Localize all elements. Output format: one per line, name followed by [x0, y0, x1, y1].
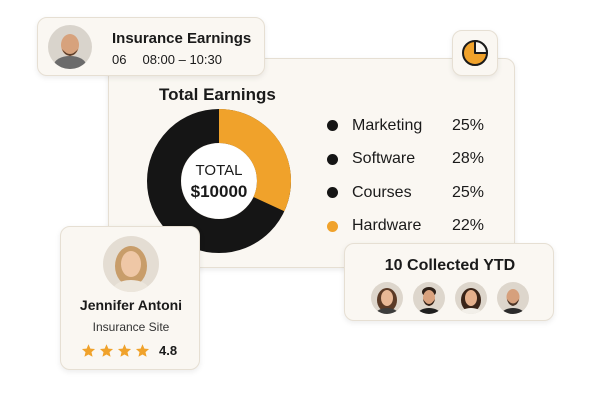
- bearded-man-avatar-icon: [413, 282, 445, 314]
- pie-chart-button[interactable]: [452, 30, 498, 76]
- insurance-earnings-title: Insurance Earnings: [112, 30, 252, 47]
- legend-item: Software 28%: [327, 143, 497, 177]
- star-icon: [135, 344, 150, 357]
- woman-avatar-icon: [371, 282, 403, 314]
- rating-value: 4.8: [159, 343, 178, 358]
- donut-total-label: TOTAL: [195, 161, 243, 179]
- legend-item: Hardware 22%: [327, 210, 497, 244]
- collected-ytd-title: 10 Collected YTD: [384, 257, 516, 274]
- legend-dot: [327, 153, 338, 165]
- profile-name: Jennifer Antoni: [79, 297, 183, 313]
- legend-item: Marketing 25%: [327, 109, 497, 143]
- earnings-legend: Marketing 25% Software 28% Courses 25% H…: [327, 109, 497, 243]
- legend-percent: 25%: [452, 183, 485, 201]
- total-earnings-title: Total Earnings: [159, 85, 276, 104]
- profile-subtitle: Insurance Site: [92, 320, 170, 334]
- legend-item: Courses 25%: [327, 176, 497, 210]
- insurance-earnings-card[interactable]: Insurance Earnings 06 08:00 – 10:30: [37, 17, 265, 76]
- legend-percent: 28%: [452, 150, 485, 168]
- star-icon: [81, 344, 96, 357]
- collected-ytd-card[interactable]: 10 Collected YTD: [344, 243, 554, 321]
- legend-percent: 25%: [452, 116, 485, 134]
- woman-avatar-icon: [455, 282, 487, 314]
- woman-avatar-icon: [103, 236, 159, 292]
- legend-label: Software: [352, 150, 416, 168]
- legend-label: Courses: [352, 183, 412, 201]
- profile-card[interactable]: Jennifer Antoni Insurance Site 4.8: [60, 226, 200, 370]
- avatar-group: [371, 282, 529, 314]
- pie-chart-icon: [462, 40, 488, 66]
- star-icon: [99, 344, 114, 357]
- schedule-day: 06: [112, 52, 127, 67]
- donut-total-value: $10000: [190, 181, 248, 201]
- legend-label: Marketing: [352, 116, 423, 134]
- legend-dot: [327, 187, 338, 199]
- schedule-time: 08:00 – 10:30: [142, 52, 222, 67]
- legend-dot: [327, 120, 338, 132]
- legend-label: Hardware: [352, 217, 422, 235]
- bald-man-avatar-icon: [497, 282, 529, 314]
- legend-dot: [327, 220, 338, 232]
- bald-man-avatar-icon: [48, 25, 92, 69]
- star-icon: [117, 344, 132, 357]
- rating: 4.8: [81, 343, 177, 358]
- legend-percent: 22%: [452, 217, 485, 235]
- insurance-schedule: 06 08:00 – 10:30: [112, 52, 222, 67]
